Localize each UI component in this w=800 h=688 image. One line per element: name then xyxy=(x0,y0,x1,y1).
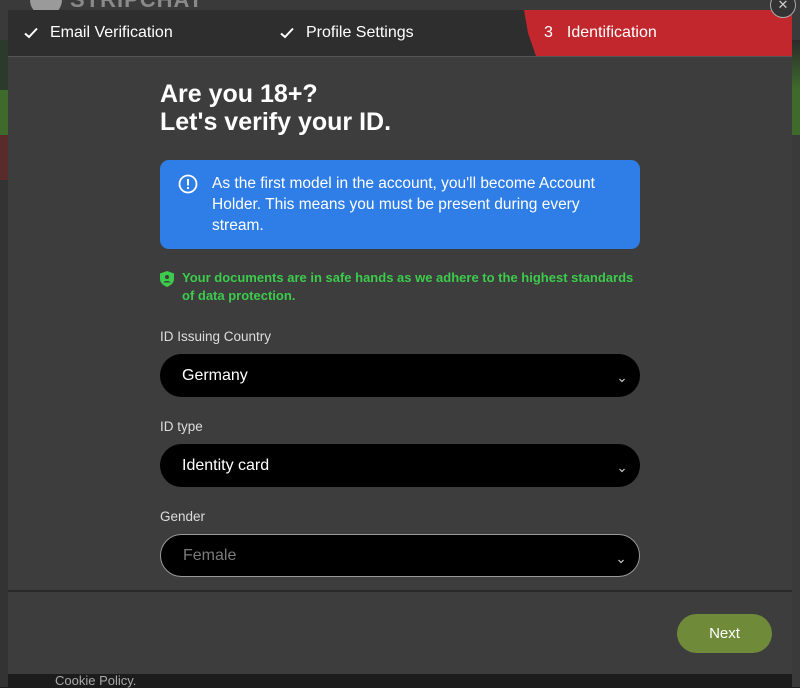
data-protection-note: Your documents are in safe hands as we a… xyxy=(160,269,640,305)
form-content: Are you 18+? Let's verify your ID. As th… xyxy=(160,80,640,577)
country-select[interactable]: Germany xyxy=(160,354,640,397)
gender-label: Gender xyxy=(160,509,206,524)
chevron-down-icon xyxy=(617,552,625,564)
stepper-divider xyxy=(8,56,792,57)
check-icon xyxy=(280,27,294,39)
country-value: Germany xyxy=(182,366,248,384)
data-protection-text: Your documents are in safe hands as we a… xyxy=(182,270,634,303)
id-verification-modal: Email Verification Profile Settings 3 Id… xyxy=(8,10,792,674)
gender-value: Female xyxy=(183,546,237,564)
info-icon xyxy=(178,174,198,194)
chevron-down-icon xyxy=(618,371,626,383)
id-type-select[interactable]: Identity card xyxy=(160,444,640,487)
step-label: Profile Settings xyxy=(306,24,414,41)
shield-user-icon xyxy=(160,271,174,287)
page-title: Are you 18+? Let's verify your ID. xyxy=(160,80,392,136)
stepper: Email Verification Profile Settings 3 Id… xyxy=(8,10,792,56)
check-icon xyxy=(24,27,38,39)
background-left-strip xyxy=(0,40,8,687)
footer-divider xyxy=(8,590,792,592)
cookie-policy-link[interactable]: Cookie Policy. xyxy=(55,673,136,688)
step-profile-settings: Profile Settings xyxy=(280,10,414,56)
id-type-label: ID type xyxy=(160,419,203,434)
step-label: Identification xyxy=(566,24,657,41)
chevron-down-icon xyxy=(618,461,626,473)
gender-select[interactable]: Female xyxy=(160,534,640,577)
country-label: ID Issuing Country xyxy=(160,329,272,344)
next-button[interactable]: Next xyxy=(677,614,772,653)
step-email-verification: Email Verification xyxy=(24,10,173,56)
info-text: As the first model in the account, you'l… xyxy=(212,175,595,234)
step-label: Email Verification xyxy=(50,24,173,41)
step-identification: 3 Identification xyxy=(524,10,792,56)
background-right-strip xyxy=(792,40,800,687)
step-number: 3 xyxy=(544,24,553,41)
account-holder-info-box: As the first model in the account, you'l… xyxy=(160,160,640,249)
id-type-value: Identity card xyxy=(182,456,270,474)
